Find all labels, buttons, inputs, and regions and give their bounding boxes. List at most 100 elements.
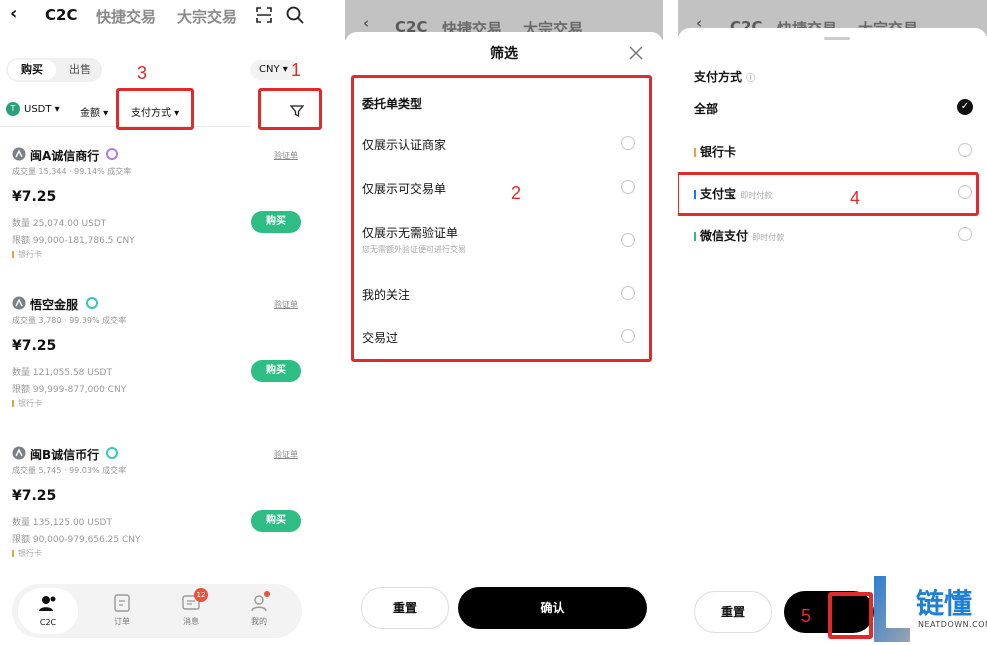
bank-label: 银行卡 <box>700 145 737 159</box>
merchant-avatar-icon <box>12 147 26 161</box>
payment-heading-text: 支付方式 <box>694 70 743 84</box>
merchant-name[interactable]: 悟空金服 <box>30 296 78 313</box>
limit: 限额 99,000-181,786.5 CNY <box>12 236 135 246</box>
verify-label: 验证单 <box>274 450 298 459</box>
payment-option-wechat[interactable]: 微信支付 即时付款 <box>694 227 784 244</box>
annotation-number-5: 5 <box>801 606 812 626</box>
nav-orders[interactable]: 订单 <box>113 594 131 627</box>
nav-messages[interactable]: 消息 12 <box>182 588 208 627</box>
profile-dot <box>264 591 270 597</box>
payment-option-bank[interactable]: 银行卡 <box>694 143 736 160</box>
filter-title: 筛选 <box>490 46 518 62</box>
watermark-site: NEATDOWN.COM <box>918 620 987 629</box>
listing-card: 悟空金服 验证单成交量 3,780 · 99.39% 成交率 ¥7.25 数量 121… <box>0 293 330 423</box>
listing-card: 闽B诚信币行 验证单成交量 5,745 · 99.03% 成交率 ¥7.25 数量 1… <box>0 443 330 573</box>
confirm-button[interactable]: 确认 <box>458 587 647 629</box>
verify-label: 验证单 <box>274 151 298 160</box>
close-icon[interactable] <box>629 46 643 60</box>
bg-back-icon: ‹ <box>363 14 370 32</box>
tab-block-trade[interactable]: 大宗交易 <box>177 6 237 27</box>
scan-icon[interactable] <box>255 6 273 24</box>
annotation-number-3: 3 <box>137 63 148 83</box>
watermark-logo <box>874 576 910 642</box>
tether-icon: T <box>6 102 20 116</box>
nav-profile-label: 我的 <box>251 617 267 626</box>
buy-button[interactable]: 购买 <box>251 211 301 233</box>
merchant-name[interactable]: 闽A诚信商行 <box>30 147 99 164</box>
limit: 限额 99,999-877,000 CNY <box>12 385 127 395</box>
annotation-number-4: 4 <box>850 188 861 208</box>
merchant-name[interactable]: 闽B诚信币行 <box>30 446 99 463</box>
nav-profile[interactable]: 我的 <box>250 591 270 627</box>
price: ¥7.25 <box>12 488 57 504</box>
merchant-stats: 成交量 15,344 · 99.14% 成交率 <box>12 167 132 176</box>
annotation-box-5 <box>828 592 873 639</box>
back-button[interactable]: ‹ <box>10 3 17 24</box>
merchant-stats: 成交量 3,780 · 99.39% 成交率 <box>12 316 127 325</box>
verify-label: 验证单 <box>274 300 298 309</box>
bank-color-tag <box>694 148 696 157</box>
filter-sheet-screen: ‹ C2C 快捷交易 大宗交易 筛选 委托单类型 仅展示认证商家 仅展示可交易单… <box>345 0 663 645</box>
nav-messages-label: 消息 <box>183 617 199 626</box>
payment-sheet-screen: ‹ C2C 快捷交易 大宗交易 支付方式 ⓘ 全部 ✓ 银行卡 支付宝 即时付款… <box>678 0 987 645</box>
payment-method: 银行卡 <box>12 398 42 409</box>
quantity: 数量 121,055.58 USDT <box>12 368 112 378</box>
watermark-logo-mark <box>874 576 910 642</box>
price: ¥7.25 <box>12 338 57 354</box>
wechat-label: 微信支付 <box>700 229 749 243</box>
coin-filter[interactable]: T USDT ▾ <box>6 102 60 116</box>
listing-card: 闽A诚信商行 验证单成交量 15,344 · 99.14% 成交率 ¥7.25 数量 … <box>0 144 330 274</box>
nav-c2c-label: C2C <box>39 618 57 627</box>
amount-filter-label: 金额 <box>80 108 100 119</box>
message-badge: 12 <box>194 588 208 602</box>
buy-sell-toggle: 购买 出售 <box>6 58 102 82</box>
annotation-box-4 <box>678 172 979 216</box>
reset-button[interactable]: 重置 <box>361 587 449 629</box>
annotation-box-1 <box>258 88 322 130</box>
nav-orders-label: 订单 <box>114 617 130 626</box>
annotation-box-3 <box>116 88 194 130</box>
tab-c2c[interactable]: C2C <box>45 6 77 24</box>
payment-method-label: 银行卡 <box>18 250 42 259</box>
merchant-stats: 成交量 5,745 · 99.03% 成交率 <box>12 466 127 475</box>
watermark-brand: 链懂 <box>916 587 973 620</box>
radio-wechat[interactable] <box>958 227 972 241</box>
annotation-number-1: 1 <box>291 60 302 80</box>
verified-badge-icon <box>106 447 118 459</box>
payment-method-label: 银行卡 <box>18 549 42 558</box>
buy-button[interactable]: 购买 <box>251 360 301 382</box>
nav-c2c[interactable]: C2C <box>38 594 58 627</box>
annotation-box-2 <box>351 75 652 362</box>
tab-quick-trade[interactable]: 快捷交易 <box>96 6 156 27</box>
person-icon <box>39 596 56 611</box>
payment-sheet: 支付方式 ⓘ 全部 ✓ 银行卡 支付宝 即时付款 微信支付 即时付款 重置 <box>678 28 987 645</box>
order-icon <box>114 594 130 612</box>
tab-buy[interactable]: 购买 <box>8 60 56 80</box>
c2c-market-screen: ‹ C2C 快捷交易 大宗交易 购买 出售 CNY ▾ T USDT ▾ 金额 … <box>0 0 330 645</box>
tab-sell[interactable]: 出售 <box>58 60 102 80</box>
wechat-color-tag <box>694 232 696 241</box>
payment-option-all[interactable]: 全部 <box>694 100 718 117</box>
amount-filter[interactable]: 金额 ▾ <box>80 104 108 119</box>
reset-button[interactable]: 重置 <box>694 591 772 633</box>
check-icon[interactable]: ✓ <box>957 99 973 115</box>
search-icon[interactable] <box>285 5 305 25</box>
radio-bank[interactable] <box>958 143 972 157</box>
quantity: 数量 25,074.00 USDT <box>12 219 107 229</box>
payment-method: 银行卡 <box>12 548 42 559</box>
payment-heading: 支付方式 ⓘ <box>694 68 755 85</box>
annotation-number-2: 2 <box>511 183 522 203</box>
quantity: 数量 135,125.00 USDT <box>12 518 112 528</box>
buy-button[interactable]: 购买 <box>251 510 301 532</box>
merchant-avatar-icon <box>12 446 26 460</box>
drag-handle[interactable] <box>824 37 850 40</box>
verified-badge-icon <box>86 297 98 309</box>
verified-badge-icon <box>106 148 118 160</box>
currency-value: CNY <box>259 64 280 75</box>
price: ¥7.25 <box>12 189 57 205</box>
info-icon[interactable]: ⓘ <box>746 74 755 84</box>
coin-filter-label: USDT <box>24 103 52 115</box>
wechat-note: 即时付款 <box>752 233 785 242</box>
payment-method: 银行卡 <box>12 249 42 260</box>
limit: 限额 90,000-979,656.25 CNY <box>12 535 141 545</box>
